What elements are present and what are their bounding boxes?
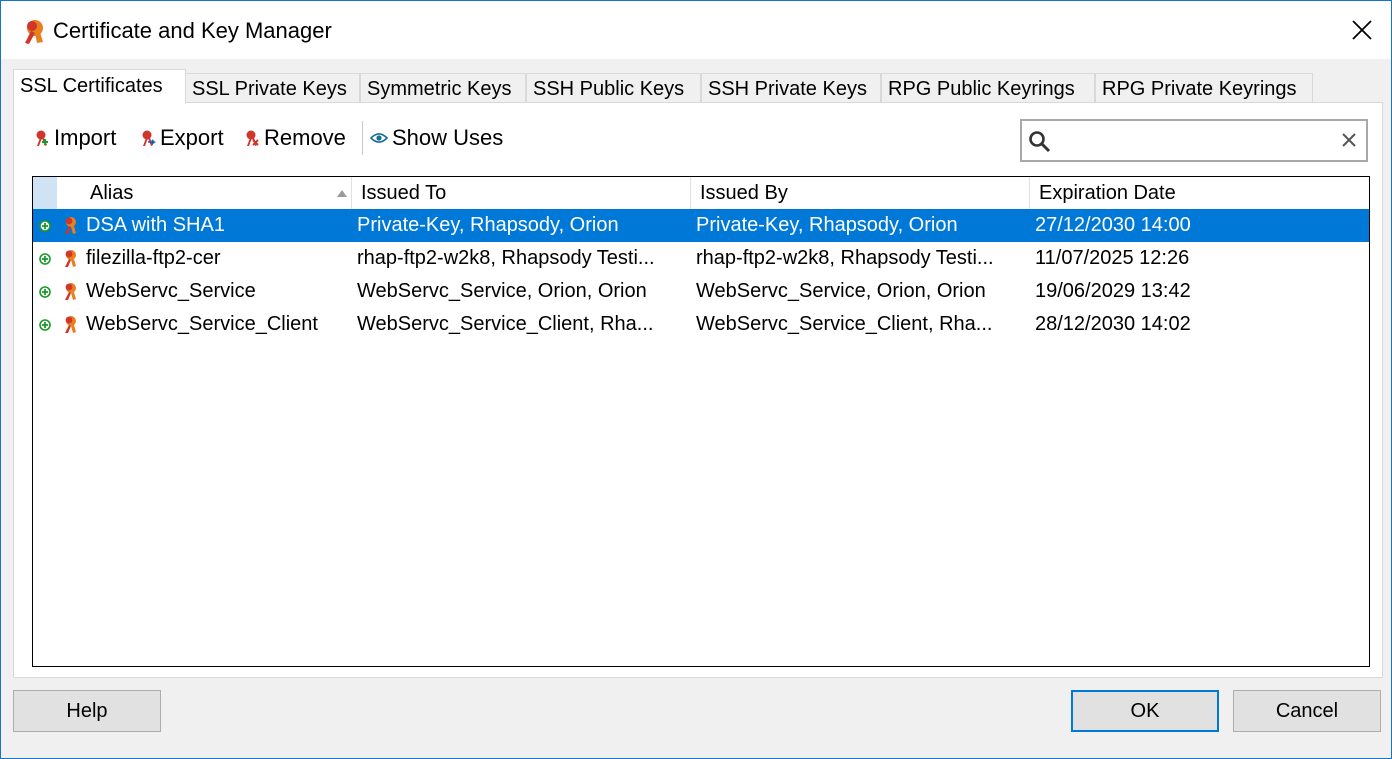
window-title: Certificate and Key Manager (53, 18, 332, 43)
tab-ssh-private-keys[interactable]: SSH Private Keys (701, 73, 881, 103)
column-header-issued-to[interactable]: Issued To (352, 177, 691, 209)
search-icon (1029, 131, 1051, 153)
cell-expiration: 27/12/2030 14:00 (1035, 214, 1191, 236)
certificates-table: Alias Issued To Issued By Expiration Dat… (32, 176, 1370, 667)
sort-ascending-icon (337, 190, 347, 197)
eye-icon (370, 133, 388, 143)
cell-expiration: 28/12/2030 14:02 (1035, 313, 1191, 335)
cell-issued-to: rhap-ftp2-w2k8, Rhapsody Testi... (357, 247, 655, 269)
column-header-expiration-date[interactable]: Expiration Date (1030, 177, 1369, 209)
cell-alias: WebServc_Service_Client (86, 313, 318, 335)
remove-label: Remove (264, 125, 346, 150)
export-label: Export (160, 125, 224, 150)
import-label: Import (54, 125, 117, 150)
cell-issued-to: WebServc_Service, Orion, Orion (357, 280, 647, 302)
help-button[interactable]: Help (13, 690, 161, 732)
search-input[interactable] (1058, 123, 1328, 158)
import-certificate-icon (36, 130, 48, 146)
table-row[interactable]: filezilla-ftp2-cer rhap-ftp2-w2k8, Rhapso… (33, 242, 1369, 275)
expand-row-icon[interactable] (39, 253, 51, 265)
cell-issued-by: WebServc_Service, Orion, Orion (696, 280, 986, 302)
cell-expiration: 11/07/2025 12:26 (1035, 247, 1190, 269)
column-header-alias[interactable]: Alias (81, 177, 352, 209)
certificate-icon (65, 316, 76, 333)
cell-issued-by: WebServc_Service_Client, Rha... (696, 313, 993, 335)
remove-button[interactable]: Remove (242, 121, 346, 155)
cell-alias: filezilla-ftp2-cer (86, 247, 221, 269)
cell-issued-by: rhap-ftp2-w2k8, Rhapsody Testi... (696, 247, 994, 269)
toolbar-separator (362, 121, 363, 155)
certificate-icon (65, 217, 76, 234)
expand-row-icon[interactable] (39, 220, 51, 232)
search-box (1020, 119, 1368, 162)
show-uses-label: Show Uses (392, 125, 504, 150)
clear-search-icon[interactable] (1340, 131, 1358, 149)
cell-issued-to: WebServc_Service_Client, Rha... (357, 313, 654, 335)
icon-column-header (57, 177, 81, 209)
tab-strip: SSL Certificates SSL Private Keys Symmet… (13, 69, 1383, 104)
cell-expiration: 19/06/2029 13:42 (1035, 280, 1191, 302)
select-all-corner[interactable] (33, 177, 57, 209)
certificate-app-icon (25, 20, 43, 44)
show-uses-button[interactable]: Show Uses (370, 121, 503, 155)
close-icon (1352, 20, 1372, 40)
certificate-icon (65, 250, 76, 267)
tab-rpg-private-keyrings[interactable]: RPG Private Keyrings (1095, 73, 1313, 103)
table-row[interactable]: WebServc_Service_Client WebServc_Service_… (33, 308, 1369, 341)
tab-panel: Import Export Remove Show Uses Alias Iss… (13, 102, 1383, 678)
export-button[interactable]: Export (138, 121, 224, 155)
table-header: Alias Issued To Issued By Expiration Dat… (33, 177, 1369, 209)
expand-row-icon[interactable] (39, 286, 51, 298)
cancel-button[interactable]: Cancel (1233, 690, 1381, 732)
dialog-window: Certificate and Key Manager SSL Certific… (0, 0, 1392, 759)
ok-button[interactable]: OK (1071, 690, 1219, 732)
table-row[interactable]: WebServc_Service WebServc_Service, Orion,… (33, 275, 1369, 308)
tab-ssh-public-keys[interactable]: SSH Public Keys (526, 73, 701, 103)
cell-alias: DSA with SHA1 (86, 214, 225, 236)
column-header-issued-by[interactable]: Issued By (691, 177, 1030, 209)
tab-symmetric-keys[interactable]: Symmetric Keys (360, 73, 526, 103)
column-header-alias-label: Alias (90, 182, 134, 204)
certificate-icon (65, 283, 76, 300)
cell-alias: WebServc_Service (86, 280, 256, 302)
tab-rpg-public-keyrings[interactable]: RPG Public Keyrings (881, 73, 1095, 103)
import-button[interactable]: Import (32, 121, 116, 155)
table-row[interactable]: DSA with SHA1 Private-Key, Rhapsody, Orio… (33, 209, 1369, 242)
expand-row-icon[interactable] (39, 319, 51, 331)
cell-issued-by: Private-Key, Rhapsody, Orion (696, 214, 958, 236)
cell-issued-to: Private-Key, Rhapsody, Orion (357, 214, 619, 236)
title-bar: Certificate and Key Manager (1, 1, 1391, 59)
tab-ssl-certificates[interactable]: SSL Certificates (13, 69, 186, 104)
remove-certificate-icon (246, 130, 259, 146)
export-certificate-icon (142, 130, 156, 146)
tab-ssl-private-keys[interactable]: SSL Private Keys (185, 73, 360, 103)
close-button[interactable] (1333, 1, 1391, 59)
